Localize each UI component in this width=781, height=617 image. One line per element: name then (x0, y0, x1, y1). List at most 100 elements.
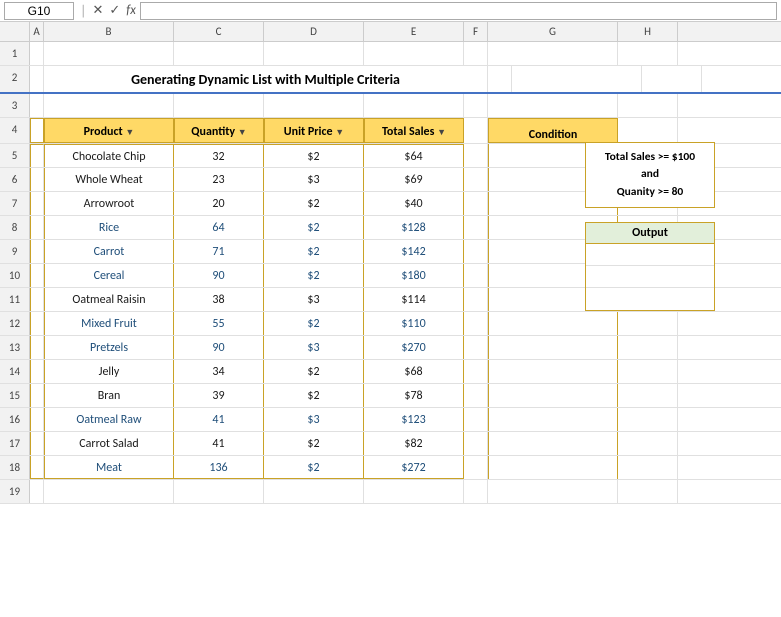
cell-sales-16[interactable]: $123 (364, 408, 464, 431)
cell-product-8[interactable]: Rice (44, 216, 174, 239)
cell-sales-9[interactable]: $142 (364, 240, 464, 263)
name-box[interactable] (4, 2, 74, 20)
cell-sales-11[interactable]: $114 (364, 288, 464, 311)
output-row-2[interactable] (586, 266, 714, 288)
cell-qty-10[interactable]: 90 (174, 264, 264, 287)
cell-a10[interactable] (30, 264, 44, 287)
cell-sales-6[interactable]: $69 (364, 168, 464, 191)
cell-f13[interactable] (464, 336, 488, 359)
cell-price-13[interactable]: $3 (264, 336, 364, 359)
cell-a9[interactable] (30, 240, 44, 263)
cell-c1[interactable] (174, 42, 264, 65)
cell-qty-17[interactable]: 41 (174, 432, 264, 455)
cell-f19[interactable] (464, 480, 488, 503)
cell-product-9[interactable]: Carrot (44, 240, 174, 263)
cell-price-14[interactable]: $2 (264, 360, 364, 383)
cell-b19[interactable] (44, 480, 174, 503)
cell-sales-7[interactable]: $40 (364, 192, 464, 215)
cell-price-8[interactable]: $2 (264, 216, 364, 239)
cell-price-11[interactable]: $3 (264, 288, 364, 311)
col-header-a[interactable]: A (30, 22, 44, 41)
cell-f15[interactable] (464, 384, 488, 407)
cell-h4[interactable] (618, 118, 678, 143)
cell-g13[interactable] (488, 336, 618, 359)
header-unit-price[interactable]: Unit Price ▼ (264, 118, 364, 143)
cell-a18[interactable] (30, 456, 44, 479)
col-header-b[interactable]: B (44, 22, 174, 41)
output-row-3[interactable] (586, 288, 714, 310)
cell-f16[interactable] (464, 408, 488, 431)
cell-a3[interactable] (30, 94, 44, 117)
cell-sales-12[interactable]: $110 (364, 312, 464, 335)
cell-qty-11[interactable]: 38 (174, 288, 264, 311)
cell-f1[interactable] (464, 42, 488, 65)
cell-sales-15[interactable]: $78 (364, 384, 464, 407)
col-header-c[interactable]: C (174, 22, 264, 41)
cell-qty-7[interactable]: 20 (174, 192, 264, 215)
cell-qty-5[interactable]: 32 (174, 144, 264, 167)
cell-a15[interactable] (30, 384, 44, 407)
cell-price-15[interactable]: $2 (264, 384, 364, 407)
col-header-f[interactable]: F (464, 22, 488, 41)
cell-g14[interactable] (488, 360, 618, 383)
cell-h14[interactable] (618, 360, 678, 383)
cell-product-13[interactable]: Pretzels (44, 336, 174, 359)
cell-a4[interactable] (30, 118, 44, 143)
cell-f6[interactable] (464, 168, 488, 191)
cell-h18[interactable] (618, 456, 678, 479)
cell-a16[interactable] (30, 408, 44, 431)
cell-product-16[interactable]: Oatmeal Raw (44, 408, 174, 431)
cell-sales-14[interactable]: $68 (364, 360, 464, 383)
cell-f4[interactable] (464, 118, 488, 143)
output-row-1[interactable] (586, 244, 714, 266)
col-header-d[interactable]: D (264, 22, 364, 41)
cell-sales-8[interactable]: $128 (364, 216, 464, 239)
cell-a13[interactable] (30, 336, 44, 359)
cell-f14[interactable] (464, 360, 488, 383)
cell-a7[interactable] (30, 192, 44, 215)
formula-input[interactable] (140, 2, 777, 20)
cell-h17[interactable] (618, 432, 678, 455)
cell-h1[interactable] (618, 42, 678, 65)
quantity-dropdown[interactable]: ▼ (238, 127, 247, 138)
cell-g3[interactable] (488, 94, 618, 117)
cell-f8[interactable] (464, 216, 488, 239)
cell-product-14[interactable]: Jelly (44, 360, 174, 383)
cell-c3[interactable] (174, 94, 264, 117)
cell-qty-6[interactable]: 23 (174, 168, 264, 191)
cell-g16[interactable] (488, 408, 618, 431)
cell-qty-14[interactable]: 34 (174, 360, 264, 383)
cell-product-18[interactable]: Meat (44, 456, 174, 479)
header-total-sales[interactable]: Total Sales ▼ (364, 118, 464, 143)
cell-h2[interactable] (642, 66, 702, 92)
cell-h15[interactable] (618, 384, 678, 407)
cell-f18[interactable] (464, 456, 488, 479)
cell-product-17[interactable]: Carrot Salad (44, 432, 174, 455)
col-header-e[interactable]: E (364, 22, 464, 41)
header-quantity[interactable]: Quantity ▼ (174, 118, 264, 143)
cell-product-11[interactable]: Oatmeal Raisin (44, 288, 174, 311)
cell-qty-9[interactable]: 71 (174, 240, 264, 263)
cell-price-16[interactable]: $3 (264, 408, 364, 431)
cell-e1[interactable] (364, 42, 464, 65)
cell-h13[interactable] (618, 336, 678, 359)
cell-f11[interactable] (464, 288, 488, 311)
cell-f2[interactable] (488, 66, 512, 92)
cell-h3[interactable] (618, 94, 678, 117)
product-dropdown[interactable]: ▼ (125, 127, 134, 138)
cell-a8[interactable] (30, 216, 44, 239)
cell-g1[interactable] (488, 42, 618, 65)
cell-f10[interactable] (464, 264, 488, 287)
cell-g12[interactable] (488, 312, 618, 335)
cell-g2[interactable] (512, 66, 642, 92)
cell-f17[interactable] (464, 432, 488, 455)
cell-product-6[interactable]: Whole Wheat (44, 168, 174, 191)
cell-sales-18[interactable]: $272 (364, 456, 464, 479)
cell-qty-12[interactable]: 55 (174, 312, 264, 335)
cell-sales-5[interactable]: $64 (364, 144, 464, 167)
cell-sales-17[interactable]: $82 (364, 432, 464, 455)
cell-qty-13[interactable]: 90 (174, 336, 264, 359)
cell-h12[interactable] (618, 312, 678, 335)
cell-h16[interactable] (618, 408, 678, 431)
cell-a2[interactable] (30, 66, 44, 92)
